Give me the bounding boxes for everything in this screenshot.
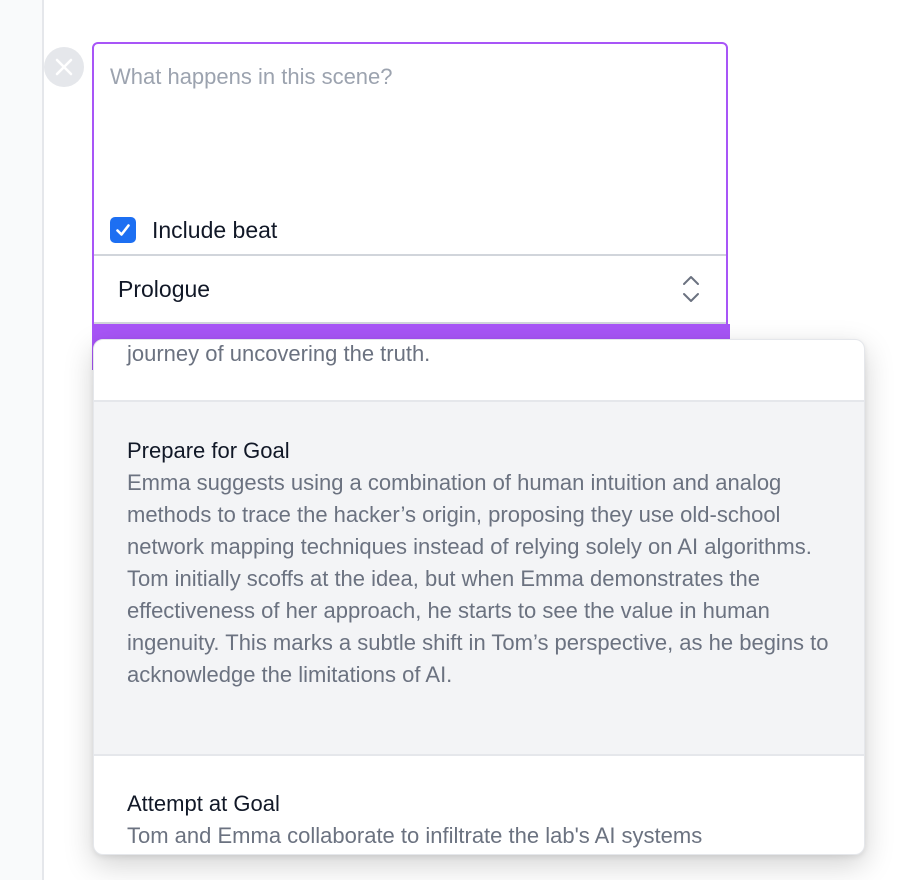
remove-scene-button[interactable]: [44, 47, 84, 87]
dropdown-option-highlighted[interactable]: Prepare for Goal Emma suggests using a c…: [94, 402, 864, 756]
left-rail: [0, 0, 42, 880]
beat-dropdown-list: journey of uncovering the truth. Prepare…: [93, 339, 865, 855]
checkmark-icon: [116, 224, 130, 236]
option-title: Prepare for Goal: [127, 438, 290, 463]
include-beat-row: Include beat: [110, 216, 277, 244]
beat-select-value: Prologue: [118, 275, 211, 302]
option-description: Tom and Emma collaborate to infiltrate t…: [127, 823, 703, 848]
scene-card: Include beat Prologue: [92, 42, 728, 332]
dropdown-option[interactable]: Attempt at Goal Tom and Emma collaborate…: [94, 756, 864, 854]
include-beat-checkbox[interactable]: [110, 217, 136, 243]
beat-select[interactable]: Prologue: [94, 254, 726, 324]
option-description: journey of uncovering the truth.: [127, 341, 431, 366]
scene-description-input[interactable]: [94, 44, 726, 204]
dropdown-option[interactable]: journey of uncovering the truth.: [94, 340, 864, 402]
option-description: Emma suggests using a combination of hum…: [127, 470, 829, 687]
chevron-up-down-icon: [683, 276, 699, 302]
include-beat-label[interactable]: Include beat: [152, 217, 277, 244]
left-rail-divider: [42, 0, 44, 880]
option-title: Attempt at Goal: [127, 791, 280, 816]
close-icon: [55, 58, 73, 76]
